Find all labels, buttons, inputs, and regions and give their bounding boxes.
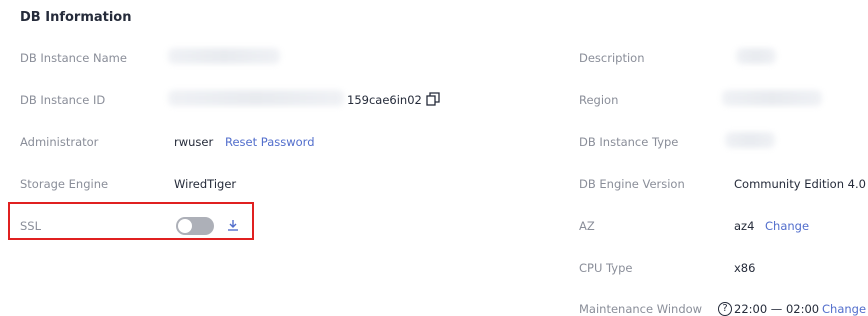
cpu-type-value: x86 [734, 261, 756, 275]
az-value: az4 [734, 219, 755, 233]
maintenance-window-label: Maintenance Window [579, 302, 703, 316]
az-change-link[interactable]: Change [765, 219, 809, 233]
db-engine-version-label: DB Engine Version [579, 177, 685, 191]
question-circle-icon[interactable]: ? [718, 302, 732, 316]
section-title: DB Information [20, 10, 132, 25]
region-label: Region [579, 93, 619, 107]
az-label: AZ [579, 219, 595, 233]
storage-engine-label: Storage Engine [20, 177, 109, 191]
db-engine-version-value: Community Edition 4.0 [734, 177, 866, 191]
storage-engine-value: WiredTiger [174, 177, 237, 191]
ssl-highlight-box [8, 202, 254, 240]
maintenance-window-value: 22:00 — 02:00 [734, 302, 820, 316]
description-value-blurred [736, 48, 776, 64]
administrator-value: rwuser [174, 135, 214, 149]
region-value-blurred [722, 90, 822, 106]
copy-icon[interactable] [426, 92, 440, 106]
reset-password-link[interactable]: Reset Password [225, 135, 315, 149]
db-instance-id-value: 159cae6in02 [347, 93, 422, 107]
db-instance-id-value-blurred [168, 90, 344, 106]
maintenance-change-link[interactable]: Change [822, 302, 866, 316]
db-instance-id-label: DB Instance ID [20, 93, 106, 107]
db-instance-type-value-blurred [725, 132, 775, 148]
administrator-label: Administrator [20, 135, 99, 149]
cpu-type-label: CPU Type [579, 261, 633, 275]
db-instance-name-value-blurred [168, 48, 280, 64]
description-label: Description [579, 51, 645, 65]
db-instance-type-label: DB Instance Type [579, 135, 679, 149]
db-instance-name-label: DB Instance Name [20, 51, 127, 65]
